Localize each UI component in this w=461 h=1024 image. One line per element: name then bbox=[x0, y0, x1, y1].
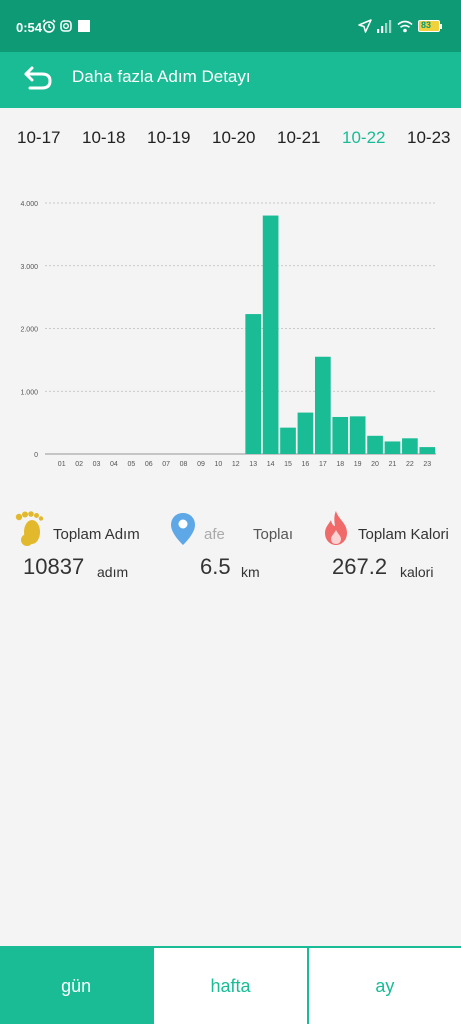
wifi-icon bbox=[397, 20, 413, 33]
battery-tip bbox=[440, 24, 442, 29]
x-tick-label: 17 bbox=[319, 461, 327, 468]
x-tick-label: 15 bbox=[284, 461, 292, 468]
x-tick-label: 12 bbox=[232, 461, 240, 468]
x-tick-label: 22 bbox=[406, 461, 414, 468]
bar-17 bbox=[315, 356, 331, 454]
bar-18 bbox=[332, 416, 349, 454]
status-time: 0:54 bbox=[16, 20, 43, 35]
status-bar: 0:54 83 bbox=[0, 0, 461, 52]
x-tick-label: 01 bbox=[58, 461, 66, 468]
date-item-10-23[interactable]: 10-23 bbox=[407, 128, 450, 148]
date-item-10-18[interactable]: 10-18 bbox=[82, 128, 125, 148]
bar-19 bbox=[349, 416, 366, 454]
app-bar: Daha fazla Adım Detayı bbox=[0, 52, 461, 108]
x-tick-label: 18 bbox=[336, 461, 344, 468]
footprint-icon bbox=[15, 511, 44, 546]
x-tick-label: 13 bbox=[249, 461, 257, 468]
date-item-10-19[interactable]: 10-19 bbox=[147, 128, 190, 148]
date-selector: 10-17 10-18 10-19 10-20 10-21 10-22 10-2… bbox=[0, 128, 461, 152]
y-tick-label: 3.000 bbox=[20, 264, 38, 271]
bar-21 bbox=[384, 441, 401, 454]
date-item-10-17[interactable]: 10-17 bbox=[17, 128, 60, 148]
x-tick-label: 14 bbox=[267, 461, 275, 468]
date-item-10-21[interactable]: 10-21 bbox=[277, 128, 320, 148]
x-tick-label: 10 bbox=[214, 461, 222, 468]
notification-square-icon bbox=[78, 20, 90, 32]
instagram-icon bbox=[60, 20, 72, 32]
distance-unit: km bbox=[241, 564, 260, 580]
x-tick-label: 03 bbox=[93, 461, 101, 468]
distance-value: 6.5 bbox=[200, 554, 231, 579]
date-item-10-20[interactable]: 10-20 bbox=[212, 128, 255, 148]
y-tick-label: 2.000 bbox=[20, 327, 38, 334]
total-calories-value: 267.2 bbox=[332, 554, 388, 579]
page-title: Daha fazla Adım Detayı bbox=[72, 67, 251, 86]
total-steps-label: Toplam Adım bbox=[53, 526, 140, 543]
x-tick-label: 04 bbox=[110, 461, 118, 468]
stats-row: Toplam Adım 10837 adım afe Toplaı 6.5 km… bbox=[0, 508, 461, 598]
x-tick-label: 07 bbox=[162, 461, 170, 468]
alarm-icon bbox=[42, 19, 56, 33]
x-tick-label: 02 bbox=[75, 461, 83, 468]
x-tick-label: 23 bbox=[423, 461, 431, 468]
x-tick-label: 05 bbox=[127, 461, 135, 468]
x-tick-label: 16 bbox=[302, 461, 310, 468]
x-tick-label: 21 bbox=[389, 461, 397, 468]
flame-icon bbox=[325, 511, 347, 545]
bar-13 bbox=[245, 314, 262, 454]
bar-20 bbox=[367, 435, 383, 454]
x-tick-label: 06 bbox=[145, 461, 153, 468]
y-tick-label: 1.000 bbox=[20, 389, 38, 396]
tab-day[interactable]: gün bbox=[0, 946, 153, 1024]
x-tick-label: 19 bbox=[354, 461, 362, 468]
y-tick-label: 0 bbox=[34, 452, 38, 459]
bar-23 bbox=[419, 447, 436, 454]
map-pin-icon bbox=[171, 513, 195, 545]
tab-month[interactable]: ay bbox=[306, 946, 461, 1024]
signal-icon bbox=[377, 20, 392, 33]
bar-16 bbox=[297, 412, 314, 454]
back-icon[interactable] bbox=[22, 64, 56, 94]
x-tick-label: 20 bbox=[371, 461, 379, 468]
period-tabs: gün hafta ay bbox=[0, 946, 461, 1024]
x-tick-label: 09 bbox=[197, 461, 205, 468]
total-calories-unit: kalori bbox=[400, 564, 434, 580]
date-item-10-22[interactable]: 10-22 bbox=[342, 128, 385, 148]
y-tick-label: 4.000 bbox=[20, 201, 38, 208]
bar-14 bbox=[262, 215, 279, 454]
battery-icon: 83 bbox=[418, 20, 440, 32]
total-calories-label: Toplam Kalori bbox=[358, 526, 449, 543]
bar-22 bbox=[402, 438, 418, 454]
location-arrow-icon bbox=[358, 19, 372, 33]
x-tick-label: 08 bbox=[180, 461, 188, 468]
total-steps-value: 10837 bbox=[23, 554, 85, 579]
distance-label: Toplaı bbox=[253, 526, 293, 543]
battery-level: 83 bbox=[421, 20, 432, 30]
distance-label-fragment: afe bbox=[204, 526, 224, 543]
bar-15 bbox=[280, 427, 296, 454]
tab-week[interactable]: hafta bbox=[152, 946, 307, 1024]
hourly-steps-chart: 0 1.000 2.000 3.000 4.000 01 02 03 04 05 06 07 08 09 1… bbox=[20, 201, 436, 468]
total-steps-unit: adım bbox=[97, 564, 129, 580]
